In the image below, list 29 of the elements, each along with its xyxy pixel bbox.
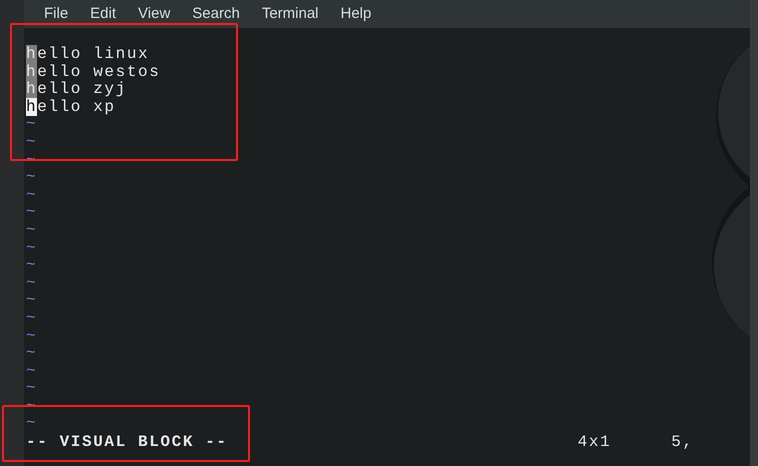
empty-line-tilde: ~ <box>25 415 38 434</box>
empty-line-tilde: ~ <box>25 257 38 275</box>
menu-item[interactable]: Search <box>182 2 250 26</box>
empty-line-tilde: ~ <box>25 274 38 292</box>
selection-size: 4x1 <box>578 434 612 452</box>
mode-indicator: -- VISUAL BLOCK -- <box>25 434 228 452</box>
empty-line-tilde: ~ <box>25 345 38 363</box>
text-line: hello xp <box>25 98 116 116</box>
empty-line-tilde: ~ <box>25 292 38 310</box>
empty-line-tilde: ~ <box>25 380 38 398</box>
menu-item[interactable]: Terminal <box>252 2 328 26</box>
empty-line-tilde: ~ <box>25 310 38 328</box>
empty-line-tilde: ~ <box>25 134 38 152</box>
empty-line-tilde: ~ <box>25 328 38 346</box>
empty-line-tilde: ~ <box>25 204 38 222</box>
menu-item[interactable]: View <box>128 2 180 26</box>
empty-line-tilde: ~ <box>25 240 38 258</box>
empty-line-tilde: ~ <box>25 362 38 380</box>
empty-line-tilde: ~ <box>25 169 38 187</box>
menu-item[interactable]: File <box>34 2 78 26</box>
empty-line-tilde: ~ <box>25 116 38 134</box>
text-line: hello westos <box>25 64 160 81</box>
cursor-position: 5, <box>671 434 694 452</box>
empty-line-tilde: ~ <box>25 222 38 240</box>
text-line: hello zyj <box>25 81 127 99</box>
menu-item[interactable]: Help <box>330 2 382 26</box>
text-line: hello linux <box>25 46 150 64</box>
menu-item[interactable]: Edit <box>80 2 126 26</box>
empty-line-tilde: ~ <box>25 186 38 204</box>
